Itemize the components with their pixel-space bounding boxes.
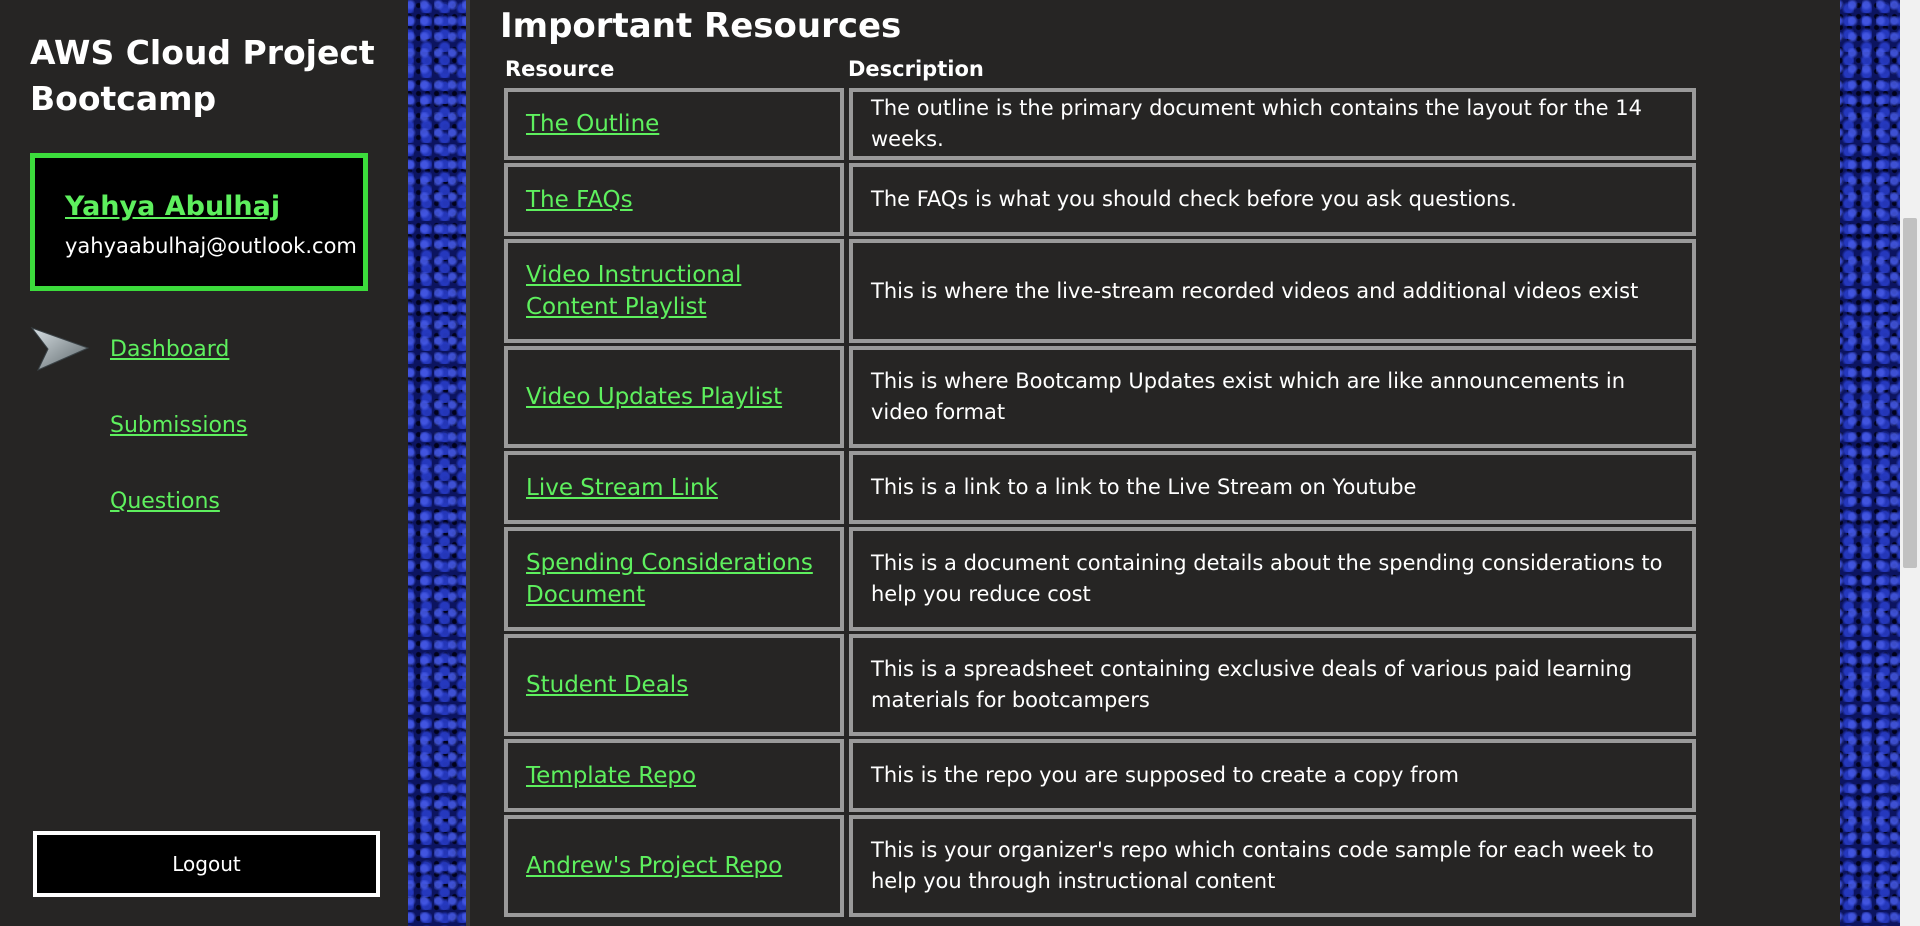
resource-link[interactable]: Live Stream Link xyxy=(526,472,718,504)
user-card: Yahya Abulhaj yahyaabulhaj@outlook.com xyxy=(30,153,368,291)
table-row: The FAQs The FAQs is what you should che… xyxy=(504,163,1696,236)
resource-link[interactable]: Student Deals xyxy=(526,669,688,701)
resource-link[interactable]: The FAQs xyxy=(526,184,633,216)
resource-description: This is where the live-stream recorded v… xyxy=(871,278,1639,303)
resource-description: This is a link to a link to the Live Str… xyxy=(871,475,1417,499)
table-row: Live Stream Link This is a link to a lin… xyxy=(504,451,1696,524)
table-row: Template Repo This is the repo you are s… xyxy=(504,739,1696,812)
table-row: Video Updates Playlist This is where Boo… xyxy=(504,346,1696,448)
user-name-link[interactable]: Yahya Abulhaj xyxy=(65,191,280,222)
resource-link[interactable]: Video Updates Playlist xyxy=(526,381,782,413)
resource-link[interactable]: Template Repo xyxy=(526,760,696,792)
sidebar-item-submissions[interactable]: Submissions xyxy=(110,413,247,438)
resource-link[interactable]: The Outline xyxy=(526,108,659,140)
sidebar-item-questions[interactable]: Questions xyxy=(110,489,220,514)
resource-description: This is the repo you are supposed to cre… xyxy=(871,763,1459,787)
page-title: Important Resources xyxy=(500,6,902,46)
table-row: Student Deals This is a spreadsheet cont… xyxy=(504,634,1696,736)
column-header-resource: Resource xyxy=(505,57,615,81)
page-scrollbar[interactable] xyxy=(1900,0,1920,926)
resource-description: This is where Bootcamp Updates exist whi… xyxy=(871,369,1626,424)
scrollbar-thumb[interactable] xyxy=(1903,218,1917,568)
table-row: Spending Considerations Document This is… xyxy=(504,527,1696,631)
table-row: The Outline The outline is the primary d… xyxy=(504,88,1696,160)
resource-description: The outline is the primary document whic… xyxy=(871,96,1642,151)
user-email: yahyaabulhaj@outlook.com xyxy=(65,234,357,258)
resource-description: This is a spreadsheet containing exclusi… xyxy=(871,657,1633,712)
main-content: Important Resources Resource Description… xyxy=(466,0,1840,926)
resource-link[interactable]: Spending Considerations Document xyxy=(526,547,822,611)
app-title: AWS Cloud Project Bootcamp xyxy=(30,33,375,118)
logout-button[interactable]: Logout xyxy=(33,831,380,897)
arrow-pointer-icon xyxy=(30,326,90,371)
resource-description: This is your organizer's repo which cont… xyxy=(871,838,1654,893)
resource-link[interactable]: Andrew's Project Repo xyxy=(526,850,782,882)
sidebar: AWS Cloud Project Bootcamp Yahya Abulhaj… xyxy=(0,0,408,926)
resource-link[interactable]: Video Instructional Content Playlist xyxy=(526,259,822,323)
sidebar-item-dashboard[interactable]: Dashboard xyxy=(110,337,229,362)
column-header-description: Description xyxy=(848,57,984,81)
table-row: Andrew's Project Repo This is your organ… xyxy=(504,815,1696,917)
resource-description: This is a document containing details ab… xyxy=(871,551,1663,606)
resource-description: The FAQs is what you should check before… xyxy=(871,187,1517,211)
table-row: Video Instructional Content Playlist Thi… xyxy=(504,239,1696,343)
